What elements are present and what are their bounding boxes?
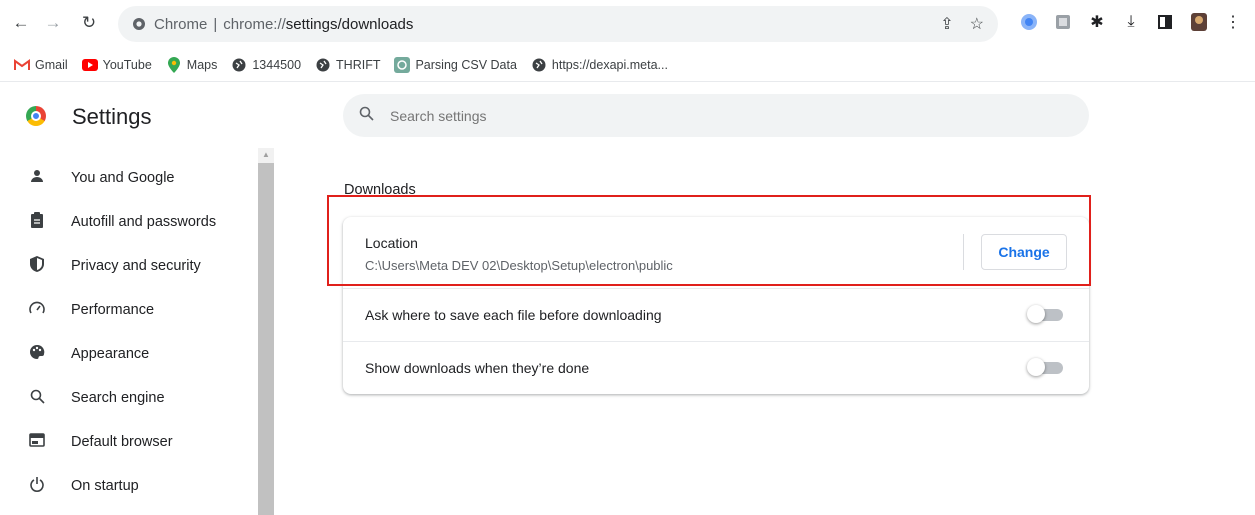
sidebar-item-search-engine[interactable]: Search engine xyxy=(0,378,258,418)
toolbar-divider xyxy=(0,81,1255,82)
sidebar-item-label: You and Google xyxy=(71,170,175,186)
bookmark-label: YouTube xyxy=(102,58,152,72)
bookmark-label: https://dexapi.meta... xyxy=(551,58,668,72)
scroll-up-arrow-icon[interactable]: ▲ xyxy=(262,150,270,159)
sidebar-item-label: Performance xyxy=(71,302,155,318)
globe-icon xyxy=(315,58,331,72)
bookmark-label: Maps xyxy=(186,58,218,72)
sidebar-item-on-startup[interactable]: On startup xyxy=(0,466,258,506)
profile-avatar[interactable] xyxy=(1188,11,1210,33)
person-icon xyxy=(28,169,46,187)
downloads-card: Location C:\Users\Meta DEV 02\Desktop\Se… xyxy=(343,217,1089,394)
change-location-button[interactable]: Change xyxy=(981,234,1067,270)
sidebar-item-privacy[interactable]: Privacy and security xyxy=(0,246,258,286)
browser-toolbar: ← → ↻ Chrome | chrome://settings/downloa… xyxy=(0,0,1255,49)
sidebar-item-default-browser[interactable]: Default browser xyxy=(0,422,258,462)
bookmark-dexapi[interactable]: https://dexapi.meta... xyxy=(531,58,668,72)
search-icon xyxy=(28,389,46,408)
chrome-site-icon xyxy=(133,18,145,30)
omnibox-separator: | xyxy=(213,15,218,33)
sidebar-item-label: Default browser xyxy=(71,434,173,450)
search-icon xyxy=(359,106,374,126)
bookmark-label: 1344500 xyxy=(252,58,302,72)
search-input[interactable] xyxy=(390,107,990,124)
show-downloads-toggle[interactable] xyxy=(1027,358,1063,376)
sidebar-item-appearance[interactable]: Appearance xyxy=(0,334,258,374)
extension-bar: ✱ ⤓ ⋮ xyxy=(1018,11,1244,33)
forward-arrow-icon[interactable]: → xyxy=(40,10,66,36)
speedometer-icon xyxy=(28,301,46,319)
palette-icon xyxy=(28,344,46,364)
bookmarks-bar: Gmail YouTube Maps 1344500 THRIFT Parsin… xyxy=(0,49,1255,81)
location-label: Location xyxy=(365,235,418,251)
extension-photo-icon[interactable] xyxy=(1052,11,1074,33)
sidebar-item-performance[interactable]: Performance xyxy=(0,290,258,330)
bookmark-label: Parsing CSV Data xyxy=(415,58,517,72)
bookmark-gmail[interactable]: Gmail xyxy=(14,58,68,72)
show-downloads-row[interactable]: Show downloads when they’re done xyxy=(343,341,1089,394)
sidebar-item-label: Search engine xyxy=(71,390,165,406)
share-icon[interactable]: ⇪ xyxy=(940,14,953,34)
search-settings-box[interactable] xyxy=(343,94,1089,137)
omnibox-prefix: Chrome xyxy=(154,15,208,33)
download-icon[interactable]: ⤓ xyxy=(1120,11,1142,33)
sidebar-item-label: Autofill and passwords xyxy=(71,214,217,230)
extension-globe-icon[interactable] xyxy=(1018,11,1040,33)
sidebar-scrollbar-thumb[interactable] xyxy=(258,163,274,515)
bookmark-maps[interactable]: Maps xyxy=(166,57,218,73)
back-arrow-icon[interactable]: ← xyxy=(8,10,34,36)
browser-window-icon xyxy=(28,433,46,451)
puzzle-extensions-icon[interactable]: ✱ xyxy=(1086,11,1108,33)
gmail-icon xyxy=(14,58,30,72)
bookmark-thrift[interactable]: THRIFT xyxy=(315,58,380,72)
section-title-downloads: Downloads xyxy=(344,182,416,198)
reload-icon[interactable]: ↻ xyxy=(76,10,102,36)
sidebar-item-label: On startup xyxy=(71,478,139,494)
clipboard-icon xyxy=(28,212,46,232)
toggle-knob xyxy=(1027,358,1045,376)
show-downloads-label: Show downloads when they’re done xyxy=(365,360,590,376)
side-panel-icon[interactable] xyxy=(1154,11,1176,33)
sidebar-item-autofill[interactable]: Autofill and passwords xyxy=(0,202,258,242)
ask-where-to-save-toggle[interactable] xyxy=(1027,305,1063,323)
omnibox-url-path: settings/downloads xyxy=(285,15,414,33)
row-separator xyxy=(963,234,964,270)
sidebar-item-label: Privacy and security xyxy=(71,258,201,274)
bookmark-label: THRIFT xyxy=(336,58,381,72)
youtube-icon xyxy=(81,58,98,72)
location-row: Location C:\Users\Meta DEV 02\Desktop\Se… xyxy=(343,217,1089,288)
omnibox-url-host: chrome:// xyxy=(223,15,286,33)
globe-icon xyxy=(531,58,547,72)
sidebar-item-you-and-google[interactable]: You and Google xyxy=(0,158,258,198)
bookmark-label: Gmail xyxy=(35,58,68,72)
bookmark-star-icon[interactable]: ☆ xyxy=(970,14,984,34)
bookmark-parsing-csv[interactable]: Parsing CSV Data xyxy=(394,57,517,73)
toggle-knob xyxy=(1027,305,1045,323)
address-bar[interactable]: Chrome | chrome://settings/downloads ⇪ ☆ xyxy=(118,6,998,42)
page-title: Settings xyxy=(72,104,152,129)
chatgpt-icon xyxy=(394,57,411,73)
bookmark-1344500[interactable]: 1344500 xyxy=(231,58,301,72)
ask-where-to-save-label: Ask where to save each file before downl… xyxy=(365,307,662,323)
power-icon xyxy=(28,476,46,496)
maps-icon xyxy=(166,57,182,73)
ask-where-to-save-row[interactable]: Ask where to save each file before downl… xyxy=(343,288,1089,341)
kebab-menu-icon[interactable]: ⋮ xyxy=(1222,11,1244,33)
location-path: C:\Users\Meta DEV 02\Desktop\Setup\elect… xyxy=(365,258,673,273)
omnibox-actions: ⇪ ☆ xyxy=(940,14,984,34)
globe-icon xyxy=(231,58,247,72)
shield-icon xyxy=(28,256,46,276)
sidebar-item-label: Appearance xyxy=(71,346,150,362)
chrome-logo-icon xyxy=(26,106,46,126)
bookmark-youtube[interactable]: YouTube xyxy=(81,58,152,72)
